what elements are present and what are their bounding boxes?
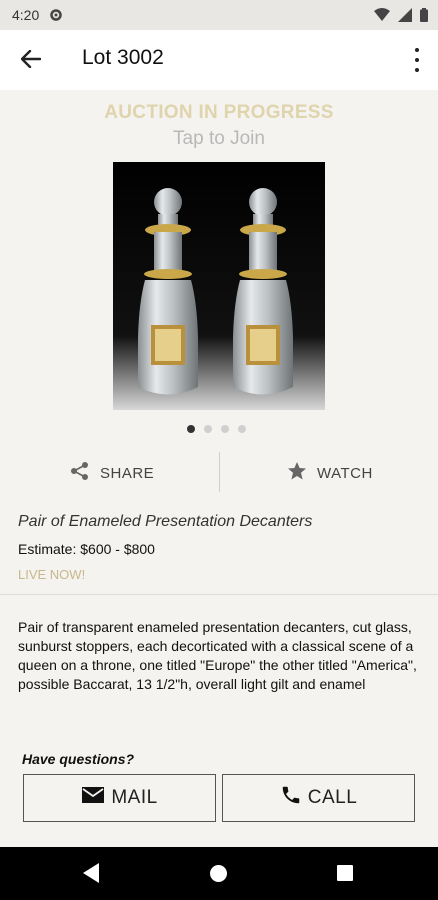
share-button[interactable]: SHARE	[70, 452, 154, 494]
live-status: LIVE NOW!	[18, 567, 86, 582]
mail-icon	[81, 786, 105, 810]
lot-title: Pair of Enameled Presentation Decanters	[18, 513, 313, 530]
more-options-button[interactable]	[412, 48, 422, 72]
call-label: CALL	[307, 787, 358, 808]
app-bar: Lot 3002	[0, 30, 438, 90]
more-vert-icon-dot	[415, 58, 419, 62]
lot-description: Pair of transparent enameled presentatio…	[18, 619, 417, 692]
page-title: Lot 3002	[82, 46, 164, 69]
mail-label: MAIL	[111, 787, 158, 808]
status-bar: 4:20	[0, 0, 438, 30]
share-label: SHARE	[100, 464, 155, 482]
system-nav-bar	[0, 847, 438, 900]
nav-back-icon[interactable]	[83, 863, 99, 888]
image-pager	[187, 425, 246, 433]
wifi-icon	[374, 8, 390, 27]
auction-banner[interactable]: AUCTION IN PROGRESS Tap to Join	[0, 90, 438, 160]
watch-label: WATCH	[317, 464, 373, 482]
more-vert-icon-dot	[415, 68, 419, 72]
tap-to-join-label: Tap to Join	[173, 128, 265, 149]
battery-icon	[420, 8, 428, 27]
pager-dot[interactable]	[187, 425, 195, 433]
action-divider	[219, 452, 220, 492]
signal-icon	[398, 8, 412, 27]
status-time: 4:20	[12, 7, 40, 23]
back-button[interactable]	[18, 48, 44, 74]
share-icon	[70, 461, 90, 485]
questions-heading: Have questions?	[22, 751, 135, 767]
lot-actions: SHARE WATCH	[0, 452, 438, 494]
status-icons	[374, 8, 428, 27]
more-vert-icon	[415, 48, 419, 52]
mail-button[interactable]: MAIL	[23, 774, 216, 822]
gear-icon	[49, 8, 63, 22]
divider	[0, 594, 438, 595]
arrow-back-icon	[20, 49, 42, 73]
auction-status-title: AUCTION IN PROGRESS	[104, 102, 334, 123]
phone-icon	[280, 784, 302, 812]
pager-dot[interactable]	[238, 425, 246, 433]
nav-recents-icon[interactable]	[337, 865, 353, 881]
lot-estimate: Estimate: $600 - $800	[18, 541, 155, 557]
watch-button[interactable]: WATCH	[287, 452, 373, 494]
star-icon	[287, 461, 307, 485]
call-button[interactable]: CALL	[222, 774, 415, 822]
pager-dot[interactable]	[204, 425, 212, 433]
lot-image[interactable]	[113, 162, 325, 410]
pager-dot[interactable]	[221, 425, 229, 433]
nav-home-icon[interactable]	[210, 865, 227, 882]
